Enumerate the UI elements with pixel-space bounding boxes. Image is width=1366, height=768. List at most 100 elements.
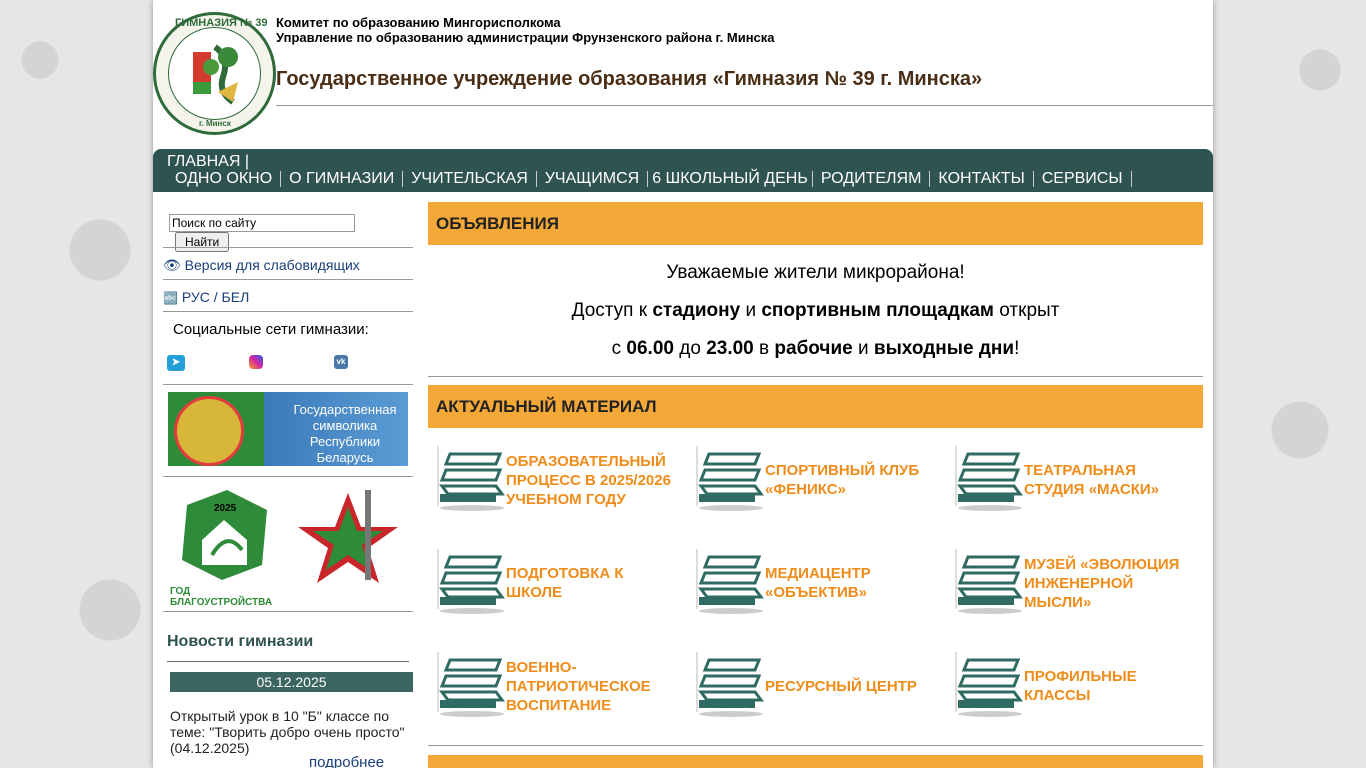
tile-sports-club[interactable]: Спортивный клуб «Феникс» <box>695 440 935 520</box>
main-nav: ГЛАВНАЯ | ОДНО ОКНО О ГИМНАЗИИ УЧИТЕЛЬСК… <box>153 149 1213 192</box>
year-label: ГОД БЛАГОУСТРОЙСТВА <box>170 586 273 608</box>
sidebar-divider <box>163 311 413 312</box>
main-divider <box>428 745 1203 746</box>
ann-text: и <box>852 338 874 359</box>
year-number: 2025 <box>214 503 237 514</box>
language-label: РУС / БЕЛ <box>181 289 250 305</box>
ann-bold: выходные дни <box>873 338 1015 359</box>
eye-icon: 👁 <box>163 257 181 273</box>
ann-bold: рабочие <box>774 338 853 359</box>
tile-label: Профильные классы <box>1024 668 1137 704</box>
ann-text: и <box>740 300 762 321</box>
search-button[interactable]: Найти <box>175 232 230 252</box>
vk-icon[interactable]: vk <box>334 355 348 369</box>
ann-bold: спортивным площадкам <box>761 300 994 321</box>
tile-theatre-studio[interactable]: Театральная студия «Маски» <box>954 440 1194 520</box>
books-icon <box>696 549 764 614</box>
logo-text-bottom: г. Минск <box>199 119 231 128</box>
tile-museum[interactable]: Музей «Эволюция инженерной мысли» <box>954 543 1194 623</box>
logo-text-arc: ГИМНАЗИЯ № 39 <box>175 17 268 29</box>
ann-text: открыт <box>994 300 1060 321</box>
nav-about[interactable]: О ГИМНАЗИИ <box>281 171 404 187</box>
sidebar-divider <box>163 476 413 477</box>
books-icon <box>955 446 1023 511</box>
tile-profile-classes[interactable]: Профильные классы <box>954 646 1194 726</box>
announcement-line-3: с 06.00 до 23.00 в рабочие и выходные дн… <box>428 338 1203 360</box>
nav-home[interactable]: ГЛАВНАЯ | <box>167 153 249 171</box>
emblem-icon <box>174 396 244 466</box>
tile-education-process[interactable]: Образовательный процесс в 2025/2026 учеб… <box>436 440 676 520</box>
announcements-header: ОБЪЯВЛЕНИЯ <box>428 202 1203 245</box>
news-more-link[interactable]: подробнее <box>309 754 384 768</box>
low-vision-label: Версия для слабовидящих <box>184 257 360 273</box>
books-icon <box>696 446 764 511</box>
news-divider <box>167 661 409 662</box>
map-house-icon <box>182 490 267 580</box>
tile-label: Музей «Эволюция инженерной мысли» <box>1024 555 1180 611</box>
ann-text: с <box>611 338 627 359</box>
star-icon <box>298 490 398 583</box>
tile-label: Спортивный клуб «Феникс» <box>765 462 920 498</box>
books-icon <box>437 446 505 511</box>
actual-title: АКТУАЛЬНЫЙ МАТЕРИАЛ <box>436 397 657 416</box>
ann-text: ! <box>1014 338 1020 359</box>
search-input[interactable] <box>169 214 355 232</box>
news-item-text[interactable]: Открытый урок в 10 "Б" классе по теме: "… <box>170 708 413 756</box>
tile-media-center[interactable]: Медиацентр «Объектив» <box>695 543 935 623</box>
nav-parents[interactable]: РОДИТЕЛЯМ <box>813 171 931 187</box>
tile-label: Медиацентр «Объектив» <box>765 565 871 601</box>
tile-school-prep[interactable]: Подготовка к школе <box>436 543 676 623</box>
ann-bold: 23.00 <box>706 338 754 359</box>
committee-line: Комитет по образованию Мингорисполкома <box>276 15 561 30</box>
social-label: Социальные сети гимназии: <box>173 321 369 338</box>
sidebar-divider <box>163 384 413 385</box>
nav-row: ОДНО ОКНО О ГИМНАЗИИ УЧИТЕЛЬСКАЯ УЧАЩИМС… <box>167 171 1132 187</box>
announcement-line-1: Уважаемые жители микрорайона! <box>666 262 965 283</box>
books-icon <box>696 652 764 717</box>
actual-header: АКТУАЛЬНЫЙ МАТЕРИАЛ <box>428 385 1203 428</box>
year-of-improvement-banner[interactable]: 2025 ГОД БЛАГОУСТРОЙСТВА <box>167 485 282 608</box>
news-date: 05.12.2025 <box>170 672 413 692</box>
site-title: Государственное учреждение образования «… <box>276 68 983 90</box>
page: ГИМНАЗИЯ № 39 г. Минск ГИМНАЗИЯ № 39 Ком… <box>153 0 1213 768</box>
main-divider <box>428 376 1203 377</box>
next-section-header <box>428 755 1203 768</box>
gymnasium-logo[interactable] <box>153 12 276 135</box>
ann-text: Доступ к <box>571 300 653 321</box>
language-switch[interactable]: 🔤 РУС / БЕЛ <box>163 289 249 305</box>
announcement-line-2: Доступ к стадиону и спортивным площадкам… <box>428 300 1203 322</box>
books-icon <box>437 652 505 717</box>
instagram-icon[interactable] <box>249 355 263 369</box>
tile-military-patriotic[interactable]: Военно-патриотическое воспитание <box>436 646 676 726</box>
department-line: Управление по образованию администрации … <box>276 30 775 45</box>
ann-text: в <box>753 338 775 359</box>
books-icon <box>955 549 1023 614</box>
ann-text: до <box>673 338 707 359</box>
nav-one-window[interactable]: ОДНО ОКНО <box>167 171 282 187</box>
tile-label: Военно-патриотическое воспитание <box>506 658 651 714</box>
header-divider <box>276 105 1213 106</box>
translate-icon: 🔤 <box>163 291 178 305</box>
nav-services[interactable]: СЕРВИСЫ <box>1034 171 1132 187</box>
nav-teachers[interactable]: УЧИТЕЛЬСКАЯ <box>403 171 537 187</box>
tile-label: Ресурсный центр <box>765 677 917 695</box>
ann-bold: 06.00 <box>626 338 674 359</box>
announcements-title: ОБЪЯВЛЕНИЯ <box>436 214 559 233</box>
ann-bold: стадиону <box>652 300 741 321</box>
nav-contacts[interactable]: КОНТАКТЫ <box>930 171 1034 187</box>
banner-text: Государственная символика Республики Бел… <box>293 402 397 465</box>
tile-label: Театральная студия «Маски» <box>1024 462 1160 498</box>
tile-label: Образовательный процесс в 2025/2026 учеб… <box>506 452 671 508</box>
sidebar-divider <box>163 611 413 612</box>
sidebar-divider <box>163 279 413 280</box>
nav-sixth-day[interactable]: 6 ШКОЛЬНЫЙ ДЕНЬ <box>648 171 813 187</box>
nav-students[interactable]: УЧАЩИМСЯ <box>537 171 649 187</box>
tile-label: Подготовка к школе <box>506 565 624 601</box>
telegram-icon[interactable]: ➤ <box>167 355 185 371</box>
low-vision-link[interactable]: 👁 Версия для слабовидящих <box>163 257 360 274</box>
news-heading: Новости гимназии <box>167 633 314 650</box>
tile-resource-center[interactable]: Ресурсный центр <box>695 646 935 726</box>
victory-80-banner[interactable] <box>291 485 406 601</box>
state-symbols-banner[interactable]: Государственная символика Республики Бел… <box>168 392 408 466</box>
books-icon <box>955 652 1023 717</box>
